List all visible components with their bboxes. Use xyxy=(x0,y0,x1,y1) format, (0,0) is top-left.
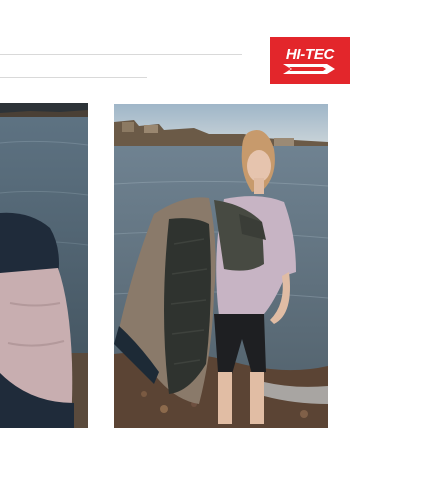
chevron-stripes-icon xyxy=(283,63,335,74)
divider-top xyxy=(0,54,242,55)
model-by-river-image xyxy=(114,104,328,428)
product-photo-right[interactable] xyxy=(114,104,328,428)
divider-bottom xyxy=(0,77,147,78)
fleece-sleeve-image xyxy=(0,103,88,428)
logo-mark: HI-TEC xyxy=(277,44,343,78)
logo-text: HI-TEC xyxy=(285,45,335,63)
product-photo-left[interactable] xyxy=(0,103,88,428)
hi-tec-logo[interactable]: HI-TEC xyxy=(270,37,350,84)
